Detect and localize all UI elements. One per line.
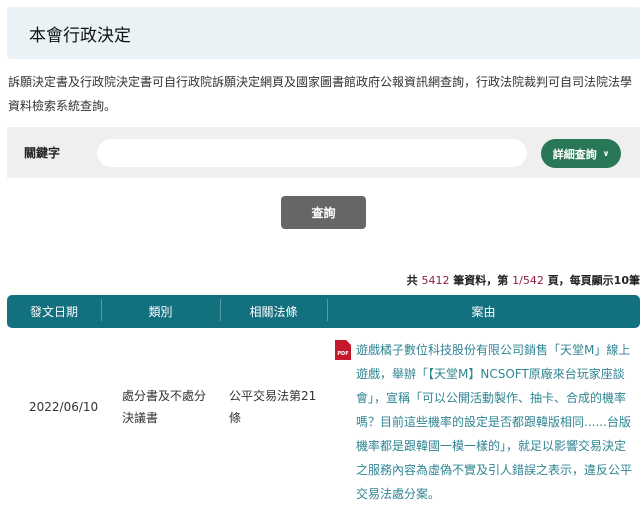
- row-law: 公平交易法第21條: [229, 389, 317, 425]
- column-reason[interactable]: 案由: [327, 299, 640, 321]
- results-mid: 筆資料，第: [453, 274, 509, 287]
- row-reason-link[interactable]: 遊戲橘子數位科技股份有限公司銷售「天堂M」線上遊戲，舉辦「【天堂M】NCSOFT…: [356, 338, 634, 506]
- row-category: 處分書及不處分決議書: [122, 389, 207, 425]
- keyword-input[interactable]: [97, 139, 527, 167]
- results-total: 5412: [421, 274, 450, 287]
- column-date[interactable]: 發文日期: [7, 303, 101, 320]
- chevron-down-icon: ∨: [602, 149, 610, 158]
- column-law[interactable]: 相關法條: [220, 299, 327, 321]
- pdf-icon[interactable]: PDF: [335, 340, 351, 360]
- page-title: 本會行政決定: [29, 25, 131, 46]
- table-row: 2022/06/10 處分書及不處分決議書 公平交易法第21條 PDF 遊戲橘子…: [7, 336, 640, 501]
- results-prefix: 共: [406, 274, 418, 287]
- search-button[interactable]: 查詢: [281, 196, 366, 229]
- notice-text: 訴願決定書及行政院決定書可自行政院訴願決定網頁及國家圖書館政府公報資訊網查詢，行…: [8, 75, 633, 113]
- column-category[interactable]: 類別: [101, 299, 220, 321]
- table-header: 發文日期 類別 相關法條 案由: [7, 295, 640, 328]
- search-bar: 關鍵字 詳細查詢 ∨: [7, 127, 640, 178]
- page-header: 本會行政決定: [7, 7, 640, 59]
- results-summary: 共 5412 筆資料，第 1/542 頁，每頁顯示10筆: [407, 272, 640, 288]
- advanced-search-button[interactable]: 詳細查詢 ∨: [541, 139, 621, 168]
- keyword-label: 關鍵字: [24, 146, 61, 160]
- results-page: 1/542: [512, 274, 544, 287]
- results-suffix: 頁，每頁顯示10筆: [547, 274, 640, 287]
- row-date: 2022/06/10: [29, 400, 99, 414]
- advanced-search-label: 詳細查詢: [552, 147, 597, 161]
